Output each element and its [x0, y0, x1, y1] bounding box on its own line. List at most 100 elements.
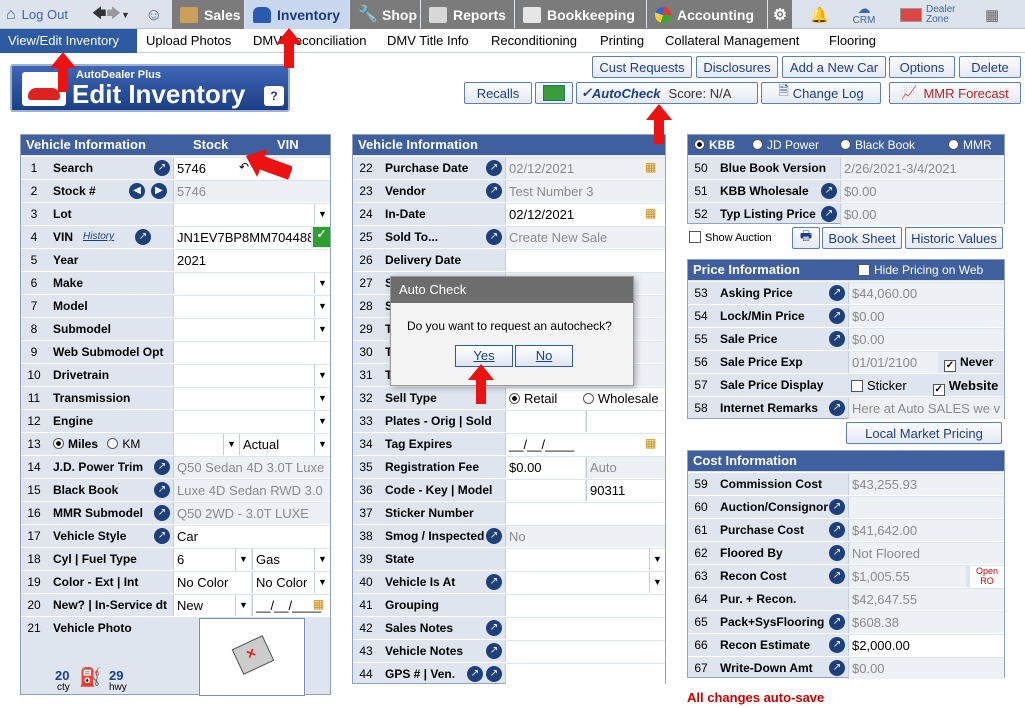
hide-pricing-checkbox[interactable]: Hide Pricing on Web: [858, 260, 983, 280]
tab-dmv-reconciliation[interactable]: DMV Reconciliation: [253, 29, 366, 53]
field-value[interactable]: Sticker ✓ Website: [848, 375, 1004, 396]
lookup-arrow-icon[interactable]: ↗: [829, 331, 845, 347]
nav-inventory[interactable]: Inventory: [245, 0, 349, 29]
lookup-arrow-icon[interactable]: ↗: [154, 528, 170, 544]
lookup-arrow-icon[interactable]: ↗: [154, 160, 170, 176]
tab-printing[interactable]: Printing: [600, 29, 644, 53]
calendar-icon[interactable]: ▦: [645, 436, 656, 450]
field-value[interactable]: ▼: [505, 572, 665, 593]
prev-stock-icon[interactable]: ◀: [129, 183, 145, 199]
field-value[interactable]: Car: [173, 526, 330, 547]
vehicle-photo[interactable]: ✕: [199, 618, 305, 696]
field-value[interactable]: ▼: [173, 273, 330, 294]
mmr-forecast-button[interactable]: 📈 MMR Forecast: [889, 82, 1021, 104]
radio-mmr[interactable]: MMR: [948, 135, 992, 155]
chevron-down-icon[interactable]: ▼: [121, 10, 130, 20]
field-value[interactable]: $608.38: [848, 612, 1004, 633]
settings-gear-icon[interactable]: ⚙: [768, 0, 792, 29]
radio-jd-power[interactable]: JD Power: [752, 135, 819, 155]
field-value[interactable]: $0.00: [840, 181, 1004, 202]
field-value[interactable]: Test Number 3: [505, 181, 665, 202]
field-value[interactable]: ▼: [173, 296, 330, 317]
chevron-down-icon[interactable]: ▼: [649, 572, 665, 593]
field-value[interactable]: [505, 618, 665, 639]
cust-requests-button[interactable]: Cust Requests: [592, 56, 692, 78]
field-value[interactable]: $43,255.93: [848, 474, 1004, 495]
field-value[interactable]: [505, 411, 585, 432]
lookup-arrow-icon[interactable]: ↗: [821, 183, 837, 199]
website-checkbox[interactable]: ✓ Website: [932, 378, 998, 396]
field-value[interactable]: $41,642.00: [848, 520, 1004, 541]
lookup-arrow-icon[interactable]: ↗: [829, 522, 845, 538]
field-value[interactable]: [505, 664, 665, 685]
chevron-down-icon[interactable]: ▼: [314, 273, 330, 294]
field-value[interactable]: ▼: [505, 549, 665, 570]
field-value[interactable]: $44,060.00: [848, 283, 1004, 304]
field-value[interactable]: No: [505, 526, 665, 547]
field-value-2[interactable]: [586, 411, 665, 432]
lookup-arrow-icon[interactable]: ↗: [154, 505, 170, 521]
lookup-arrow-icon[interactable]: ↗: [154, 459, 170, 475]
lookup-arrow-icon[interactable]: ↗: [829, 308, 845, 324]
never-expire-checkbox[interactable]: ✓ Never: [944, 355, 993, 372]
field-value[interactable]: $0.00: [848, 306, 1004, 327]
lookup-arrow-icon[interactable]: ↗: [829, 545, 845, 561]
tab-collateral-management[interactable]: Collateral Management: [665, 29, 799, 53]
export-button[interactable]: [535, 82, 573, 104]
book-sheet-button[interactable]: Book Sheet: [822, 227, 902, 249]
field-value[interactable]: $0.00: [505, 457, 585, 478]
add-new-car-button[interactable]: Add a New Car: [782, 56, 886, 78]
field-value[interactable]: ▼: [173, 411, 330, 432]
forward-arrow-icon[interactable]: 🡆: [106, 3, 120, 27]
field-value[interactable]: __/__/____: [505, 434, 665, 455]
field-value-2[interactable]: Auto: [586, 457, 665, 478]
field-value[interactable]: No Color: [173, 572, 251, 593]
help-icon[interactable]: ?: [264, 86, 284, 106]
disclosures-button[interactable]: Disclosures: [696, 56, 778, 78]
lookup-arrow-icon[interactable]: ↗: [486, 574, 502, 590]
tab-view-edit-inventory[interactable]: View/Edit Inventory: [0, 29, 137, 53]
chevron-down-icon[interactable]: ▼: [314, 388, 330, 409]
field-value[interactable]: $0.00: [848, 329, 1004, 350]
dealer-zone-link[interactable]: Dealer Zone: [900, 0, 970, 29]
dialog-no-button[interactable]: No: [515, 345, 573, 367]
tab-flooring[interactable]: Flooring: [829, 29, 876, 53]
field-value[interactable]: Create New Sale: [505, 227, 665, 248]
lookup-arrow-icon[interactable]: ↗: [154, 482, 170, 498]
user-avatar-icon[interactable]: ☺: [145, 0, 167, 29]
tab-reconditioning[interactable]: Reconditioning: [491, 29, 577, 53]
logout-link[interactable]: ⌂ Log Out: [6, 0, 90, 29]
vin-decode-icon[interactable]: ↗: [135, 229, 151, 245]
nav-reports[interactable]: Reports: [421, 0, 514, 29]
field-value[interactable]: Q50 2WD - 3.0T LUXE: [173, 503, 330, 524]
field-value-2[interactable]: 90311: [586, 480, 665, 501]
crm-link[interactable]: ☁ CRM: [846, 0, 882, 29]
field-value[interactable]: Retail Wholesale: [505, 388, 665, 409]
change-log-button[interactable]: 🗎 Change Log: [761, 82, 881, 104]
chevron-down-icon[interactable]: ▼: [314, 204, 330, 225]
calculator-icon[interactable]: ▦: [985, 0, 1005, 29]
tab-upload-photos[interactable]: Upload Photos: [146, 29, 231, 53]
lookup-arrow-icon[interactable]: ↗: [486, 643, 502, 659]
historic-values-button[interactable]: Historic Values: [905, 227, 1003, 249]
calendar-icon[interactable]: ▦: [645, 160, 656, 174]
field-value[interactable]: 02/12/2021: [505, 158, 665, 179]
field-value[interactable]: $0.00: [848, 658, 1004, 679]
options-button[interactable]: Options: [889, 56, 955, 78]
radio-retail[interactable]: Retail: [509, 391, 557, 406]
nav-accounting[interactable]: Accounting: [647, 0, 767, 29]
chevron-down-icon[interactable]: ▼: [235, 595, 251, 616]
field-value[interactable]: ▼: [173, 365, 330, 386]
lookup-arrow-icon[interactable]: ↗: [829, 285, 845, 301]
chevron-down-icon[interactable]: ▼: [314, 319, 330, 340]
field-value[interactable]: 01/01/2100: [848, 352, 938, 373]
field-value[interactable]: [505, 250, 665, 271]
lookup-arrow-icon[interactable]: ↗: [829, 568, 845, 584]
lookup-arrow-icon[interactable]: ↗: [486, 666, 502, 682]
lookup-arrow-icon[interactable]: ↗: [829, 499, 845, 515]
radio-kbb[interactable]: KBB: [694, 135, 735, 155]
field-value[interactable]: ▼: [173, 319, 330, 340]
field-value[interactable]: Q50 Sedan 4D 3.0T Luxe: [173, 457, 330, 478]
field-value[interactable]: [505, 641, 665, 662]
field-value[interactable]: ▼: [173, 434, 239, 455]
